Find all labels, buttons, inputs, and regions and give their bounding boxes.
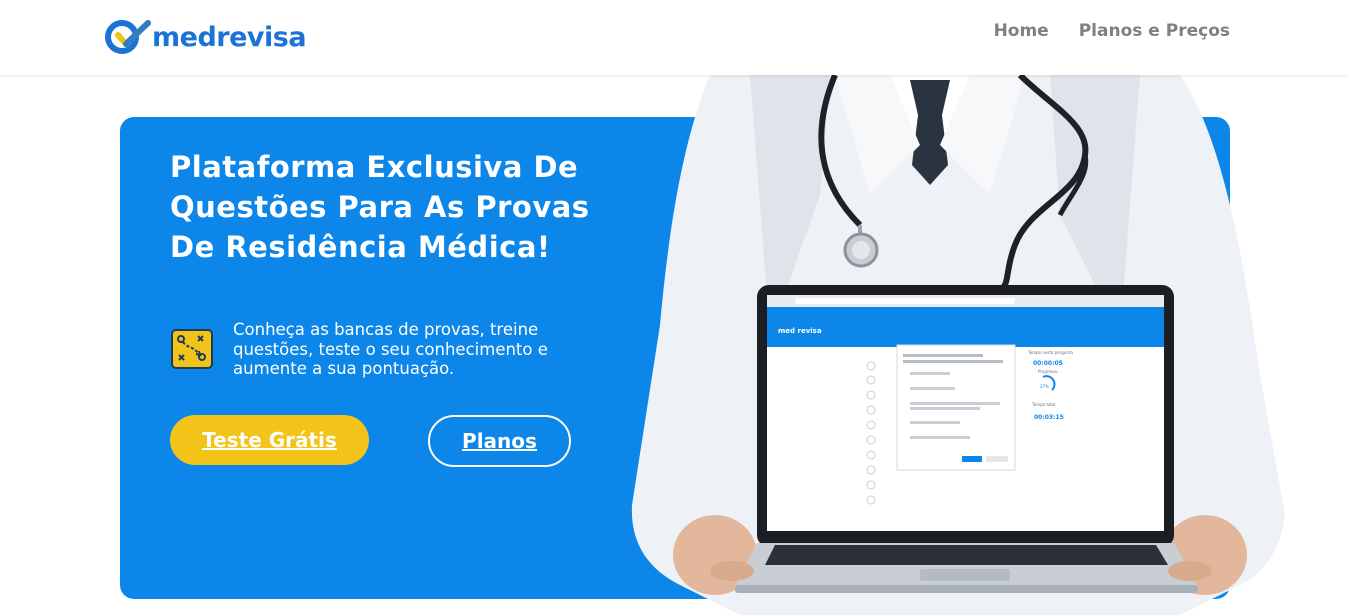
site-header: medrevisa Home Planos e Preços [0, 0, 1348, 75]
screen-app-name: med revisa [778, 327, 822, 335]
logo-mark-icon [104, 17, 154, 57]
main-nav: Home Planos e Preços [994, 21, 1230, 41]
screen-timer-value: 00:00:05 [1033, 360, 1063, 367]
nav-plans-prices[interactable]: Planos e Preços [1079, 21, 1230, 41]
logo[interactable]: medrevisa [104, 16, 307, 58]
free-trial-button[interactable]: Teste Grátis [170, 415, 369, 465]
logo-text: medrevisa [152, 21, 307, 53]
hero-title: Plataforma Exclusiva De Questões Para As… [170, 150, 590, 264]
hero-feature: Conheça as bancas de provas, treine ques… [170, 320, 580, 379]
doctor-laptop-illustration: med revisa Tempo nesta pergunta 00:00:05… [620, 75, 1300, 615]
screen-progress-value: 27% [1040, 384, 1049, 389]
screen-progress-label: Progresso [1038, 369, 1058, 374]
strategy-board-icon [170, 327, 214, 371]
screen-total-label: Tempo total [1031, 402, 1056, 407]
nav-home[interactable]: Home [994, 21, 1049, 41]
plans-button[interactable]: Planos [428, 415, 571, 467]
hero-feature-text: Conheça as bancas de provas, treine ques… [233, 320, 548, 378]
screen-total-value: 00:03:15 [1034, 414, 1064, 421]
doctor-illustration-svg: med revisa Tempo nesta pergunta 00:00:05… [631, 75, 1285, 615]
screen-timer-label: Tempo nesta pergunta [1027, 350, 1074, 355]
